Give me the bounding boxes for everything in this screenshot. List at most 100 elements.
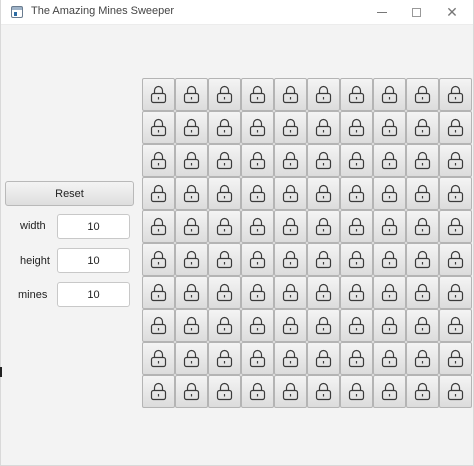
board-cell[interactable] [241, 276, 274, 309]
board-cell[interactable] [208, 243, 241, 276]
board-cell[interactable] [208, 375, 241, 408]
board-cell[interactable] [439, 243, 472, 276]
board-cell[interactable] [340, 276, 373, 309]
close-button[interactable]: ✕ [437, 0, 467, 24]
board-cell[interactable] [373, 177, 406, 210]
board-cell[interactable] [208, 342, 241, 375]
board-cell[interactable] [274, 309, 307, 342]
board-cell[interactable] [241, 243, 274, 276]
board-cell[interactable] [373, 144, 406, 177]
board-cell[interactable] [175, 111, 208, 144]
board-cell[interactable] [241, 78, 274, 111]
board-cell[interactable] [307, 210, 340, 243]
board-cell[interactable] [241, 177, 274, 210]
board-cell[interactable] [373, 78, 406, 111]
board-cell[interactable] [406, 342, 439, 375]
board-cell[interactable] [175, 375, 208, 408]
board-cell[interactable] [274, 375, 307, 408]
board-cell[interactable] [373, 276, 406, 309]
board-cell[interactable] [307, 375, 340, 408]
board-cell[interactable] [439, 210, 472, 243]
board-cell[interactable] [307, 276, 340, 309]
board-cell[interactable] [307, 342, 340, 375]
reset-button[interactable]: Reset [5, 181, 134, 206]
board-cell[interactable] [142, 111, 175, 144]
board-cell[interactable] [340, 375, 373, 408]
board-cell[interactable] [373, 309, 406, 342]
board-cell[interactable] [340, 342, 373, 375]
board-cell[interactable] [175, 177, 208, 210]
board-cell[interactable] [406, 243, 439, 276]
minimize-button[interactable] [367, 0, 397, 24]
board-cell[interactable] [142, 309, 175, 342]
board-cell[interactable] [406, 111, 439, 144]
board-cell[interactable] [439, 177, 472, 210]
board-cell[interactable] [208, 111, 241, 144]
board-cell[interactable] [208, 177, 241, 210]
board-cell[interactable] [142, 243, 175, 276]
title-bar[interactable]: The Amazing Mines Sweeper ✕ [1, 0, 473, 25]
board-cell[interactable] [307, 177, 340, 210]
board-cell[interactable] [274, 111, 307, 144]
board-cell[interactable] [142, 342, 175, 375]
board-cell[interactable] [373, 111, 406, 144]
board-cell[interactable] [175, 144, 208, 177]
board-cell[interactable] [241, 342, 274, 375]
board-cell[interactable] [274, 243, 307, 276]
board-cell[interactable] [406, 276, 439, 309]
board-cell[interactable] [307, 144, 340, 177]
board-cell[interactable] [175, 342, 208, 375]
board-cell[interactable] [439, 78, 472, 111]
board-cell[interactable] [241, 144, 274, 177]
board-cell[interactable] [406, 210, 439, 243]
board-cell[interactable] [340, 243, 373, 276]
width-input[interactable] [57, 214, 130, 239]
mines-input[interactable] [57, 282, 130, 307]
board-cell[interactable] [340, 309, 373, 342]
board-cell[interactable] [340, 78, 373, 111]
board-cell[interactable] [439, 276, 472, 309]
board-cell[interactable] [274, 78, 307, 111]
board-cell[interactable] [241, 210, 274, 243]
board-cell[interactable] [175, 78, 208, 111]
board-cell[interactable] [175, 309, 208, 342]
board-cell[interactable] [274, 276, 307, 309]
board-cell[interactable] [373, 375, 406, 408]
board-cell[interactable] [406, 177, 439, 210]
board-cell[interactable] [274, 342, 307, 375]
board-cell[interactable] [175, 210, 208, 243]
board-cell[interactable] [175, 276, 208, 309]
board-cell[interactable] [439, 111, 472, 144]
board-cell[interactable] [406, 78, 439, 111]
board-cell[interactable] [208, 276, 241, 309]
board-cell[interactable] [439, 144, 472, 177]
board-cell[interactable] [274, 177, 307, 210]
board-cell[interactable] [142, 78, 175, 111]
board-cell[interactable] [439, 375, 472, 408]
board-cell[interactable] [340, 210, 373, 243]
board-cell[interactable] [307, 111, 340, 144]
board-cell[interactable] [340, 177, 373, 210]
board-cell[interactable] [208, 78, 241, 111]
board-cell[interactable] [439, 342, 472, 375]
height-input[interactable] [57, 248, 130, 273]
board-cell[interactable] [340, 111, 373, 144]
board-cell[interactable] [241, 309, 274, 342]
board-cell[interactable] [142, 375, 175, 408]
board-cell[interactable] [307, 78, 340, 111]
board-cell[interactable] [208, 309, 241, 342]
board-cell[interactable] [208, 210, 241, 243]
board-cell[interactable] [142, 276, 175, 309]
board-cell[interactable] [142, 210, 175, 243]
board-cell[interactable] [373, 210, 406, 243]
board-cell[interactable] [373, 342, 406, 375]
board-cell[interactable] [274, 210, 307, 243]
board-cell[interactable] [142, 177, 175, 210]
board-cell[interactable] [406, 309, 439, 342]
board-cell[interactable] [175, 243, 208, 276]
board-cell[interactable] [208, 144, 241, 177]
board-cell[interactable] [406, 144, 439, 177]
board-cell[interactable] [307, 243, 340, 276]
board-cell[interactable] [241, 375, 274, 408]
board-cell[interactable] [142, 144, 175, 177]
